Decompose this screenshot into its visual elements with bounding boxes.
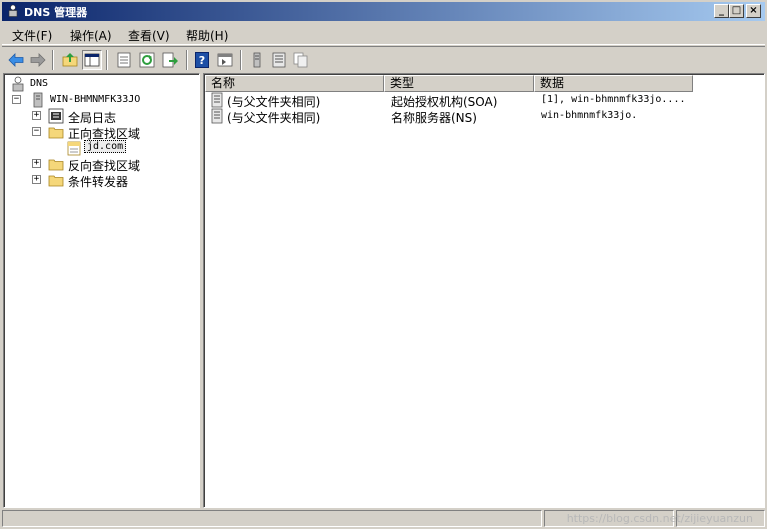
table-row[interactable]: (与父文件夹相同) 名称服务器(NS) win-bhmnmfk33jo. (205, 108, 763, 125)
tree-root-dns[interactable]: DNS (8, 76, 198, 92)
tree-item-conditional-forwarders[interactable]: + 条件转发器 (8, 172, 198, 189)
refresh-icon[interactable] (137, 50, 157, 70)
expander-minus[interactable]: − (32, 127, 41, 136)
show-hide-tree-icon[interactable] (82, 50, 102, 70)
toolbar-separator (186, 50, 188, 70)
record-list[interactable]: 名称 类型 数据 (与父文件夹相同) 起始授权机构(SOA) [1], win-… (203, 73, 765, 508)
show-console-icon[interactable] (215, 50, 235, 70)
toolbar-separator (106, 50, 108, 70)
dns-app-icon (8, 4, 18, 17)
tree-item-global-logs[interactable]: + 全局日志 (8, 108, 198, 125)
minimize-button[interactable]: _ (714, 4, 729, 18)
tree-item-label-selected: jd.com (84, 140, 127, 153)
menu-action[interactable]: 操作(A) (70, 27, 112, 44)
tree-item-reverse-lookup[interactable]: + 反向查找区域 (8, 156, 198, 173)
zone-file-icon (67, 141, 81, 156)
close-button[interactable]: × (746, 4, 761, 18)
expander-minus[interactable]: − (12, 95, 21, 104)
toolbar-separator (240, 50, 242, 70)
status-bar: https://blog.csdn.net/zijieyuanzun (2, 510, 765, 527)
zone-list-icon[interactable] (269, 50, 289, 70)
folder-open-icon (48, 127, 64, 139)
tree-item-label: 条件转发器 (68, 175, 129, 189)
window-title: DNS 管理器 (24, 6, 88, 19)
dns-manager-window: DNS 管理器 _ □ × 文件(F) 操作(A) 查看(V) 帮助(H) ? … (0, 0, 767, 529)
svg-text:?: ? (199, 54, 205, 67)
column-header-type[interactable]: 类型 (384, 75, 534, 92)
toolbar: ? (2, 46, 765, 72)
help-icon[interactable]: ? (192, 50, 212, 70)
tree-server-label: WIN-BHMNMFK33JO (50, 94, 141, 105)
folder-icon (48, 159, 64, 171)
maximize-button[interactable]: □ (729, 4, 744, 18)
record-icon (211, 92, 223, 108)
dns-icon (12, 76, 24, 92)
expander-plus[interactable]: + (32, 175, 41, 184)
toolbar-separator (52, 50, 54, 70)
cell-data: [1], win-bhmnmfk33jo.... (541, 94, 686, 105)
cell-data: win-bhmnmfk33jo. (541, 110, 638, 121)
tree-root-label: DNS (30, 78, 49, 89)
menu-help[interactable]: 帮助(H) (186, 27, 228, 44)
server-icon[interactable] (247, 50, 267, 70)
export-list-icon[interactable] (160, 50, 180, 70)
expander-plus[interactable]: + (32, 159, 41, 168)
menu-view[interactable]: 查看(V) (128, 27, 170, 44)
tree-item-forward-lookup[interactable]: − 正向查找区域 (8, 124, 198, 141)
title-bar[interactable]: DNS 管理器 _ □ × (2, 2, 765, 21)
console-tree[interactable]: DNS − WIN-BHMNMFK33JO + 全局日志 − 正向查找区域 jd… (3, 73, 200, 508)
status-cell-main (2, 510, 542, 527)
column-header-name[interactable]: 名称 (205, 75, 384, 92)
up-folder-icon[interactable] (60, 50, 80, 70)
event-log-icon (48, 108, 64, 124)
record-icon (211, 108, 223, 124)
tree-server-node[interactable]: − WIN-BHMNMFK33JO (8, 92, 198, 108)
cell-name: (与父文件夹相同) (227, 111, 321, 125)
menu-file[interactable]: 文件(F) (12, 27, 52, 44)
cell-type: 名称服务器(NS) (391, 111, 477, 125)
column-header-data[interactable]: 数据 (534, 75, 693, 92)
expander-plus[interactable]: + (32, 111, 41, 120)
copy-icon[interactable] (291, 50, 311, 70)
table-row[interactable]: (与父文件夹相同) 起始授权机构(SOA) [1], win-bhmnmfk33… (205, 92, 763, 109)
properties-icon[interactable] (114, 50, 134, 70)
forward-icon[interactable] (28, 50, 48, 70)
tree-item-zone-jd-com[interactable]: jd.com (8, 140, 198, 156)
back-icon[interactable] (6, 50, 26, 70)
folder-icon (48, 175, 64, 187)
server-icon (33, 92, 43, 108)
watermark-text: https://blog.csdn.net/zijieyuanzun (566, 512, 753, 525)
menu-bar: 文件(F) 操作(A) 查看(V) 帮助(H) (2, 23, 765, 45)
